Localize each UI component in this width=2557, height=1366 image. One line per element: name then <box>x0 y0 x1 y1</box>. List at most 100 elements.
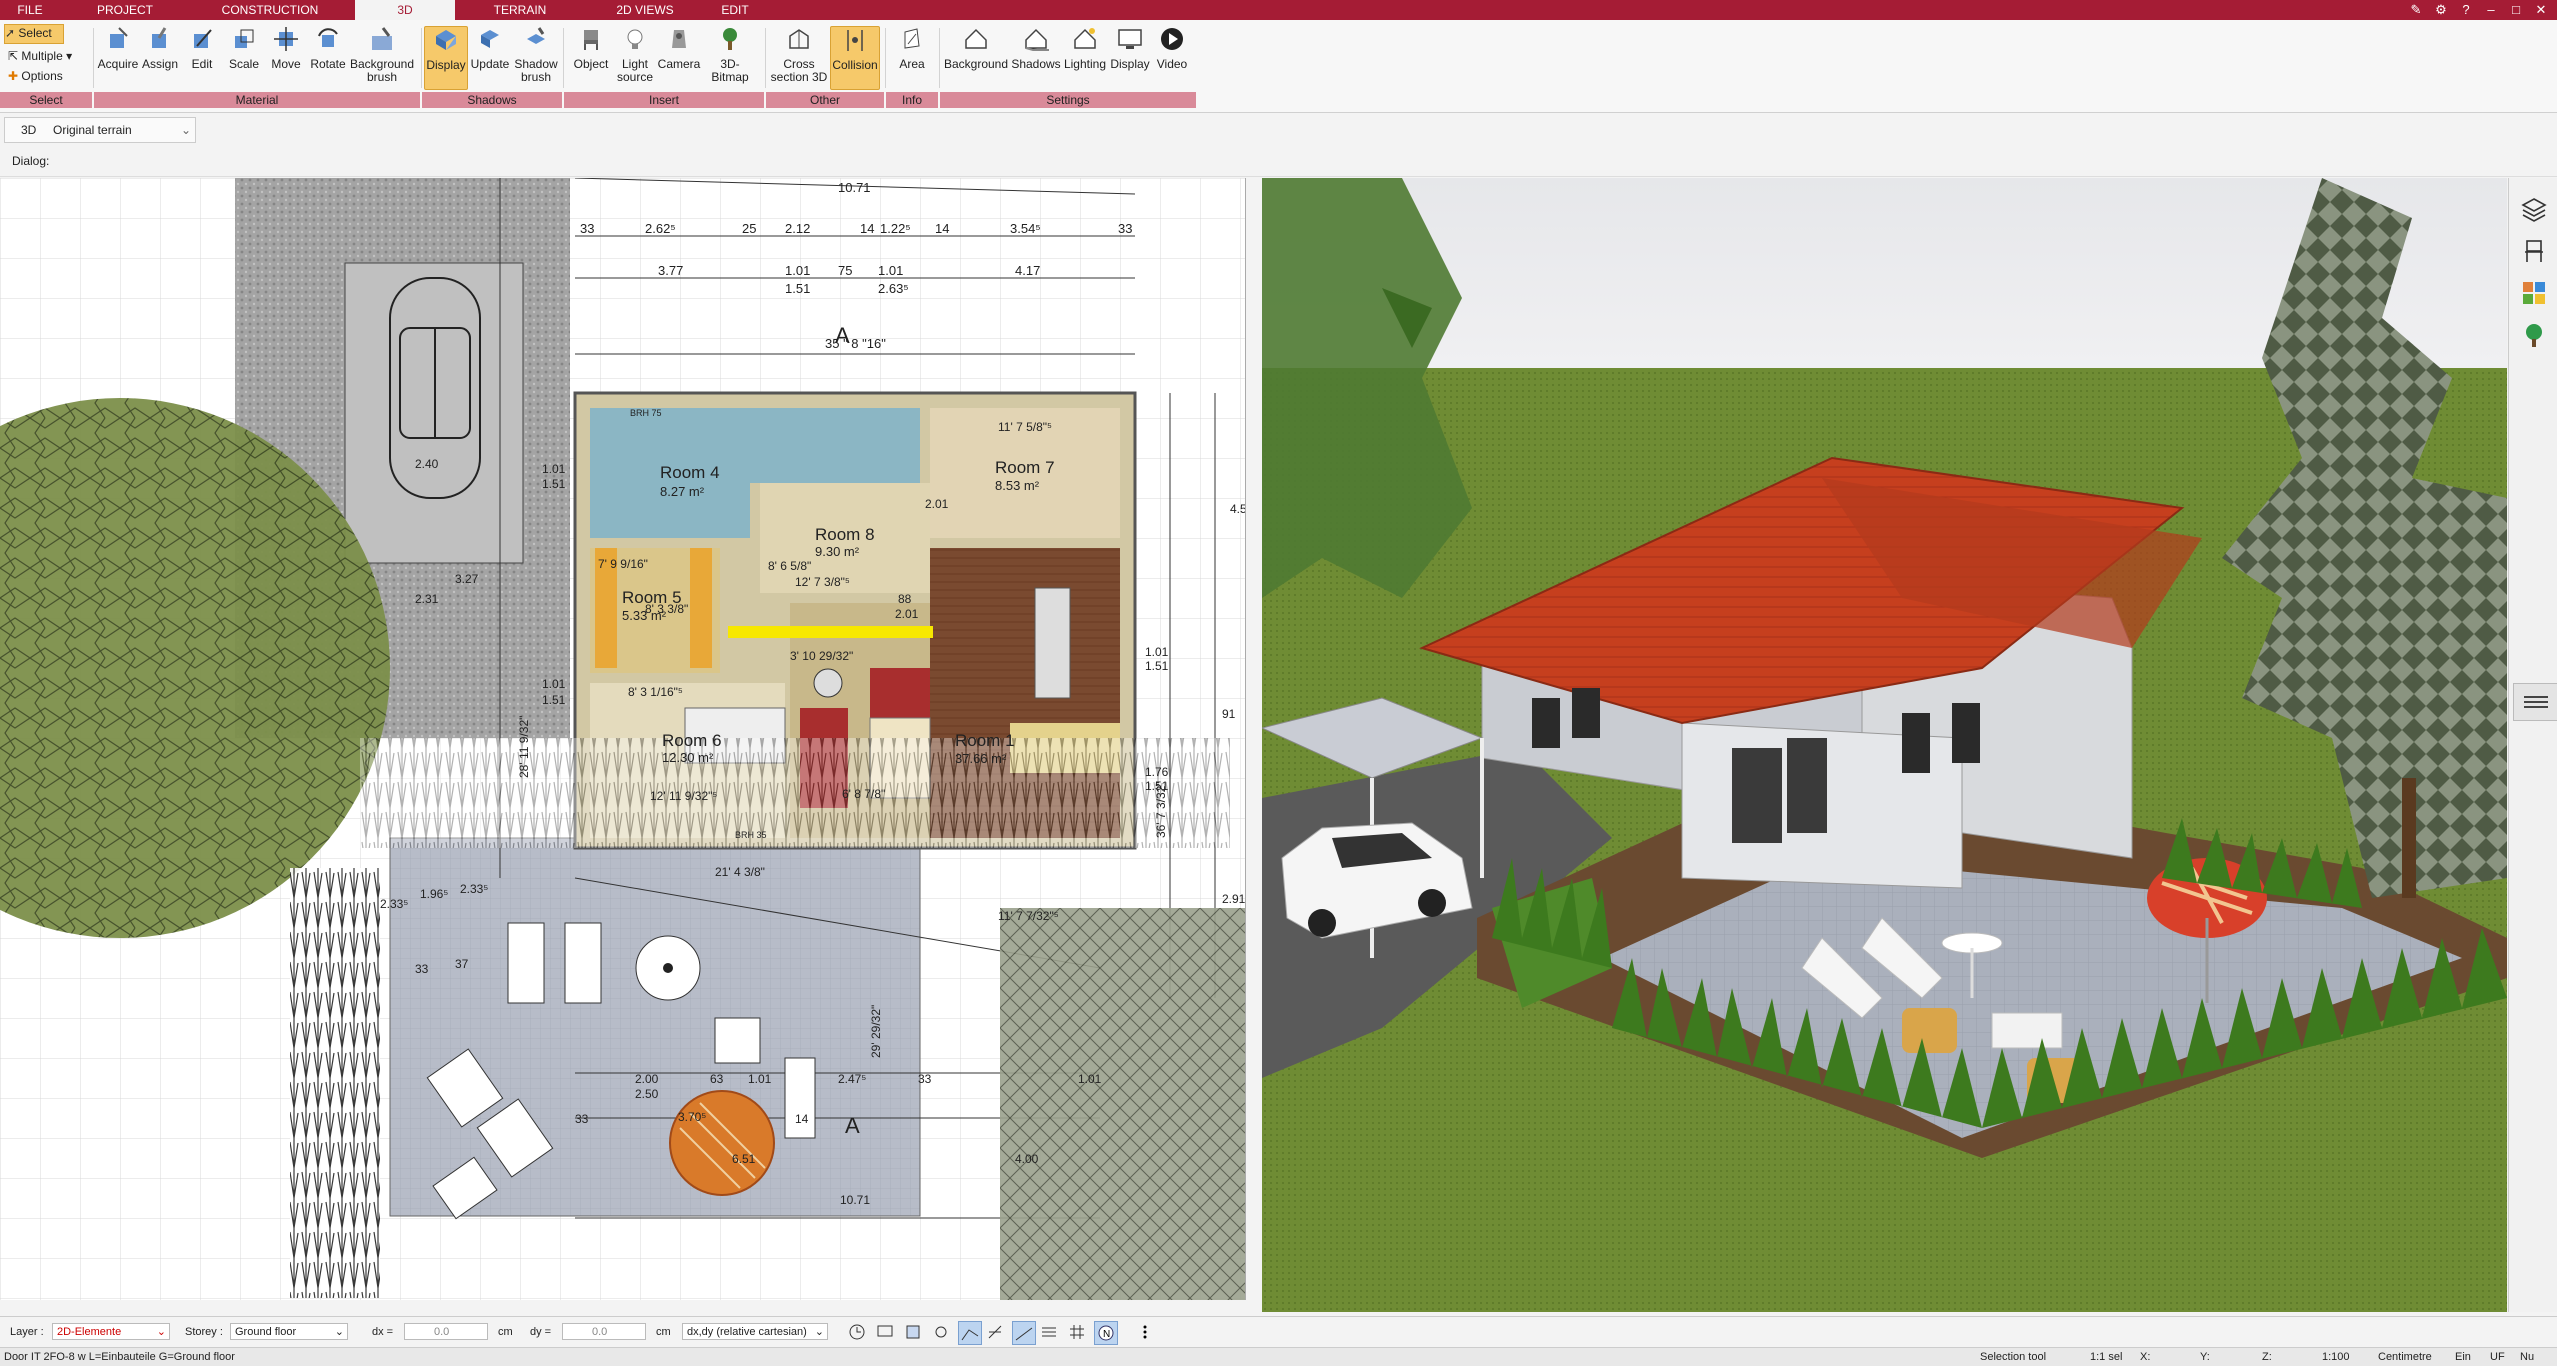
dim-text: 21' 4 3/8" <box>715 865 765 879</box>
ortho-icon[interactable] <box>986 1323 1004 1341</box>
dim-text: 91 <box>1222 707 1236 721</box>
move-icon <box>274 27 298 51</box>
materials-icon[interactable] <box>2521 280 2547 306</box>
z-coordinate: Z: <box>2262 1351 2272 1363</box>
dim-text: 4.00 <box>1015 1152 1039 1166</box>
background-brush-button[interactable]: Background brush <box>348 26 416 84</box>
grid-icon[interactable] <box>1068 1323 1086 1341</box>
acquire-icon <box>110 27 128 48</box>
panel-handle[interactable] <box>2513 683 2557 721</box>
3d-view[interactable] <box>1262 178 2507 1312</box>
coordinate-bar: Layer : 2D-Elemente ⌄ Storey : Ground flo… <box>0 1316 2557 1347</box>
maximize-icon[interactable]: □ <box>2505 0 2527 20</box>
tab-3d[interactable]: 3D <box>355 0 455 21</box>
tools-icon[interactable]: ✎ <box>2405 0 2427 20</box>
collision-button[interactable]: Collision <box>830 26 880 90</box>
close-icon[interactable]: ✕ <box>2530 0 2552 20</box>
cross-section-icon <box>789 29 809 49</box>
chair-icon[interactable] <box>2521 238 2547 264</box>
rotate-button[interactable]: Rotate <box>308 26 348 71</box>
y-coordinate: Y: <box>2200 1351 2210 1363</box>
separator <box>885 28 886 88</box>
video-button[interactable]: Video <box>1152 26 1192 71</box>
floor-plan-canvas[interactable]: 10.71 33 2.62⁵ 25 2.12 14 1.22⁵ 14 3.54⁵… <box>0 178 1245 1300</box>
layer-select[interactable]: 2D-Elemente ⌄ <box>52 1323 170 1340</box>
help-icon[interactable]: ? <box>2455 0 2477 20</box>
background-button[interactable]: Background <box>942 26 1010 71</box>
minimize-icon[interactable]: – <box>2480 0 2502 20</box>
separator <box>421 28 422 88</box>
tab-file[interactable]: FILE <box>0 0 60 20</box>
shadow-brush-button[interactable]: Shadow brush <box>512 26 560 84</box>
line-snap-icon[interactable] <box>958 1321 982 1345</box>
update-icon <box>481 30 499 48</box>
light-source-button[interactable]: Light source <box>614 26 656 84</box>
acquire-button[interactable]: Acquire <box>96 26 140 71</box>
floor-plan-view[interactable]: 10.71 33 2.62⁵ 25 2.12 14 1.22⁵ 14 3.54⁵… <box>0 178 1246 1300</box>
object-button[interactable]: Object <box>568 26 614 71</box>
dim-text: 2.01 <box>925 497 949 511</box>
clock-icon[interactable] <box>848 1323 866 1341</box>
camera-button[interactable]: Camera <box>656 26 702 71</box>
3d-bitmap-button[interactable]: 3D-Bitmap <box>702 26 758 84</box>
angle-snap-icon[interactable] <box>1012 1321 1036 1345</box>
dim-text: 12' 7 3/8"⁵ <box>795 575 850 589</box>
terrain-value: Original terrain <box>53 123 132 137</box>
object-snap-icon[interactable] <box>932 1323 950 1341</box>
separator <box>765 28 766 88</box>
tab-edit[interactable]: EDIT <box>705 0 765 20</box>
tab-construction[interactable]: CONSTRUCTION <box>190 0 350 20</box>
dim-text: 1.51 <box>785 281 810 296</box>
coordinate-mode-select[interactable]: dx,dy (relative cartesian) ⌄ <box>682 1323 828 1340</box>
select-button[interactable]: ➚ Select <box>4 24 64 44</box>
tab-terrain[interactable]: TERRAIN <box>455 0 585 20</box>
room-area: 9.30 m² <box>815 544 860 559</box>
snap-icon[interactable] <box>904 1323 922 1341</box>
screen-icon[interactable] <box>876 1323 894 1341</box>
group-shadows: Shadows <box>422 92 562 108</box>
scale-button[interactable]: Scale <box>224 26 264 71</box>
dim-text: 2.62⁵ <box>645 221 676 236</box>
lines-icon[interactable] <box>1040 1323 1058 1341</box>
area-button[interactable]: Area <box>890 26 934 71</box>
lighting-icon <box>1074 28 1096 49</box>
north-snap-icon[interactable]: N <box>1094 1321 1118 1345</box>
update-button[interactable]: Update <box>468 26 512 71</box>
tab-2d-views[interactable]: 2D VIEWS <box>585 0 705 20</box>
dy-input[interactable]: 0.0 <box>562 1323 646 1340</box>
settings-icon[interactable]: ⚙ <box>2430 0 2452 20</box>
background-brush-icon <box>372 27 392 50</box>
options-button[interactable]: ✚ Options <box>8 68 63 84</box>
dim-text: 1.51 <box>542 693 566 707</box>
dim-text: 3.70⁵ <box>678 1110 706 1124</box>
move-button[interactable]: Move <box>266 26 306 71</box>
dim-text: 2.33⁵ <box>460 882 488 896</box>
dim-text: 3' 10 29/32" <box>790 649 853 663</box>
display-settings-button[interactable]: Display <box>1108 26 1152 71</box>
section-marker: A <box>835 323 850 348</box>
assign-button[interactable]: Assign <box>140 26 180 71</box>
cross-section-3d-button[interactable]: Cross section 3D <box>770 26 828 84</box>
dim-text: 12' 11 9/32"⁵ <box>650 789 717 803</box>
dim-text: 2.50 <box>635 1087 659 1101</box>
3d-scene[interactable] <box>1262 178 2507 1312</box>
tab-project[interactable]: PROJECT <box>60 0 190 20</box>
dim-text: 37 <box>455 957 469 971</box>
multiple-button[interactable]: ⇱ Multiple ▾ <box>8 48 72 64</box>
dim-text: 11' 7 5/8"⁵ <box>998 420 1052 434</box>
tree-icon[interactable] <box>2521 322 2547 348</box>
display-button[interactable]: Display <box>424 26 468 90</box>
dim-text: 8' 6 5/8" <box>768 559 811 573</box>
shadows-button[interactable]: Shadows <box>1010 26 1062 71</box>
edit-button[interactable]: Edit <box>182 26 222 71</box>
more-icon[interactable] <box>1140 1323 1150 1341</box>
lighting-button[interactable]: Lighting <box>1062 26 1108 71</box>
dx-input[interactable]: 0.0 <box>404 1323 488 1340</box>
layers-icon[interactable] <box>2521 196 2547 222</box>
dialog-bar: Dialog: <box>0 148 2557 177</box>
terrain-selector[interactable]: 3D Original terrain ⌄ <box>4 117 196 143</box>
group-info: Info <box>886 92 938 108</box>
dim-text: 1.51 <box>1145 659 1169 673</box>
x-coordinate: X: <box>2140 1351 2151 1363</box>
storey-select[interactable]: Ground floor ⌄ <box>230 1323 348 1340</box>
